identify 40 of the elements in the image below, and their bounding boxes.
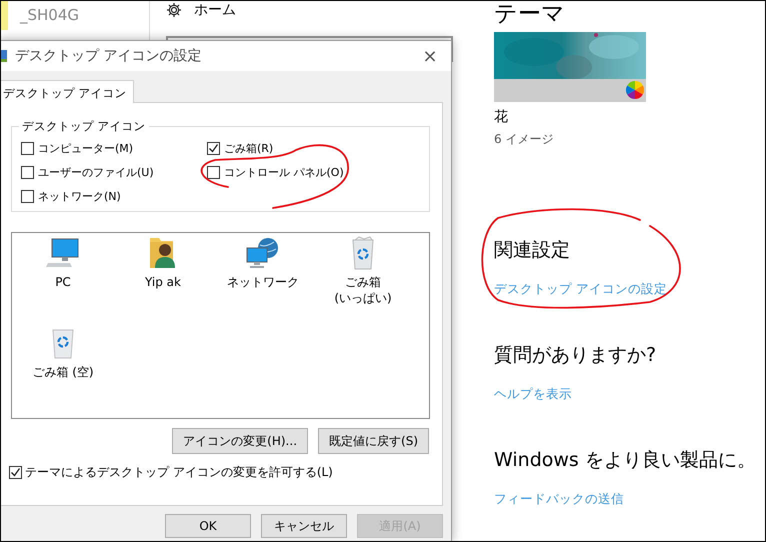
checkbox[interactable] xyxy=(207,142,220,155)
close-button[interactable]: × xyxy=(415,44,445,68)
settings-icon xyxy=(166,2,182,18)
checkbox-label: コントロール パネル(O) xyxy=(224,165,344,180)
checkbox-label: ネットワーク(N) xyxy=(38,189,121,204)
file-name[interactable]: _SH04G xyxy=(20,6,80,24)
section-heading: 関連設定 xyxy=(494,238,571,263)
user-folder-icon[interactable] xyxy=(148,236,178,270)
checkbox-label: テーマによるデスクトップ アイコンの変更を許可する(L) xyxy=(25,464,333,481)
dialog-button[interactable]: OK xyxy=(165,514,251,538)
icon-label: ごみ箱 (空) xyxy=(32,364,94,380)
icon-label: ネットワーク xyxy=(227,274,299,290)
network-globe-icon[interactable] xyxy=(246,236,280,270)
checkbox[interactable] xyxy=(207,166,220,179)
section-heading: Windows をより良い製品に。 xyxy=(494,448,756,473)
home-nav-item[interactable]: ホーム xyxy=(194,1,236,19)
checkbox[interactable] xyxy=(21,190,34,203)
checkmark-icon xyxy=(208,143,219,154)
checkbox[interactable] xyxy=(21,142,34,155)
computer-monitor-icon[interactable] xyxy=(46,236,80,270)
tab[interactable]: デスクトップ アイコン xyxy=(0,80,134,103)
checkbox-label: コンピューター(M) xyxy=(38,141,134,156)
dialog-button[interactable]: キャンセル xyxy=(261,514,347,538)
icon-label: Yip ak xyxy=(145,274,181,290)
checkmark-icon xyxy=(10,467,21,478)
icon-label: PC xyxy=(55,274,71,290)
theme-name: 花 xyxy=(494,108,508,126)
image-count: 6 イメージ xyxy=(494,131,554,148)
group-label: デスクトップ アイコン xyxy=(21,119,147,134)
checkbox[interactable] xyxy=(21,166,34,179)
dialog-button[interactable]: アイコンの変更(H)... xyxy=(172,428,308,454)
section-heading: 質問がありますか? xyxy=(494,343,656,368)
icon-label: ごみ箱 (いっぱい) xyxy=(334,274,392,306)
page-title: テーマ xyxy=(494,0,565,28)
dialog-button[interactable]: 既定値に戻す(S) xyxy=(318,428,429,454)
checkbox[interactable] xyxy=(9,466,22,479)
checkbox-label: ごみ箱(R) xyxy=(224,141,274,156)
color-wheel-icon xyxy=(626,81,644,99)
checkbox-label: ユーザーのファイル(U) xyxy=(38,165,154,180)
dialog-title: デスクトップ アイコンの設定 xyxy=(15,47,202,65)
